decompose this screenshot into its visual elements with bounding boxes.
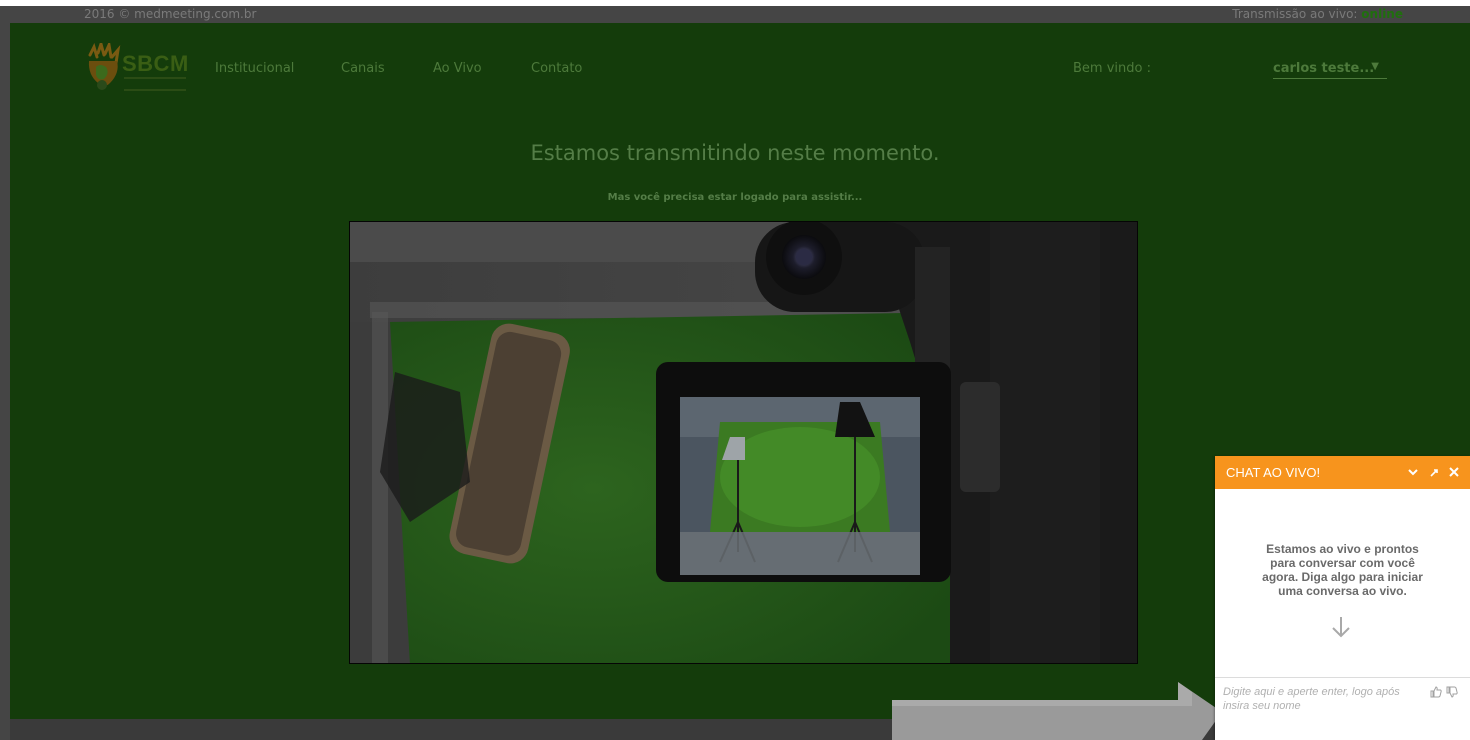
left-shade xyxy=(0,23,10,740)
user-name: carlos teste... xyxy=(1273,61,1375,76)
nav-ao-vivo[interactable]: Ao Vivo xyxy=(433,61,482,76)
brand-name: SBCM xyxy=(122,51,189,76)
logo[interactable]: SBCM xyxy=(84,43,196,91)
close-icon[interactable] xyxy=(1445,462,1463,482)
nav-contato[interactable]: Contato xyxy=(531,61,582,76)
arrow-down-icon xyxy=(1332,617,1350,638)
logo-tagline xyxy=(124,77,186,91)
nav-canais[interactable]: Canais xyxy=(341,61,385,76)
video-player[interactable] xyxy=(349,221,1138,664)
chat-title: CHAT AO VIVO! xyxy=(1226,465,1321,480)
welcome-label: Bem vindo : xyxy=(1073,61,1151,76)
chat-body: Estamos ao vivo e prontos para conversar… xyxy=(1215,489,1470,677)
nav-institucional[interactable]: Institucional xyxy=(215,61,294,76)
status-label: Transmissão ao vivo: xyxy=(1232,7,1358,21)
user-menu[interactable]: carlos teste... ▼ xyxy=(1273,61,1387,79)
thumbs-up-icon[interactable] xyxy=(1430,686,1442,698)
hand-logo-icon xyxy=(88,43,121,90)
thumbs-down-icon[interactable] xyxy=(1446,686,1458,698)
pointer-arrow xyxy=(892,682,1222,740)
chevron-down-icon: ▼ xyxy=(1371,61,1379,72)
chevron-down-icon[interactable] xyxy=(1404,462,1422,482)
popout-icon[interactable] xyxy=(1425,462,1443,482)
top-bar: 2016 © medmeeting.com.br Transmissão ao … xyxy=(0,6,1470,23)
chat-message-input[interactable] xyxy=(1223,685,1423,725)
chat-welcome-message: Estamos ao vivo e prontos para conversar… xyxy=(1262,542,1423,598)
chat-divider xyxy=(1215,677,1470,678)
status-badge: online xyxy=(1361,7,1403,21)
login-notice: Mas você precisa estar logado para assis… xyxy=(607,192,863,203)
chat-header[interactable]: CHAT AO VIVO! xyxy=(1215,456,1470,489)
chat-widget: CHAT AO VIVO! Estamos ao vivo e prontos … xyxy=(1215,456,1470,740)
copyright: 2016 © medmeeting.com.br xyxy=(84,7,257,21)
page-title: Estamos transmitindo neste momento. xyxy=(530,141,940,165)
video-thumbnail xyxy=(350,222,1137,663)
broadcast-status: Transmissão ao vivo: online xyxy=(1232,6,1403,23)
